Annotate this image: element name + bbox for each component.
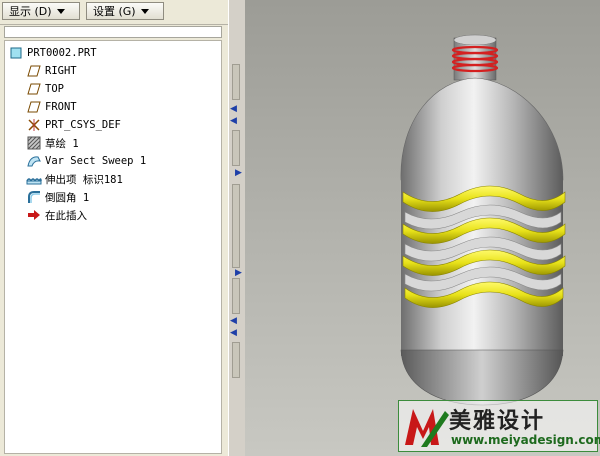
tree-item-label: RIGHT — [45, 65, 77, 77]
splitter-grip-bottom[interactable] — [232, 278, 240, 314]
bottle-base — [400, 349, 564, 406]
tree-item-label: 草绘 1 — [45, 137, 79, 150]
panel-splitter[interactable]: ◀ ◀ ▶ ▶ ◀ ◀ — [228, 0, 246, 456]
settings-menu-button[interactable]: 设置 (G) — [86, 2, 164, 20]
tree-item-label: PRT_CSYS_DEF — [45, 119, 121, 131]
sketch-icon — [26, 136, 42, 150]
watermark-url: www.meiyadesign.com — [451, 433, 600, 447]
settings-menu-label: 设置 (G) — [93, 5, 136, 18]
tree-toolbar: 显示 (D) 设置 (G) — [0, 0, 228, 25]
insert-here-icon — [26, 208, 42, 222]
tree-item-protrusion[interactable]: 伸出项 标识181 — [26, 171, 123, 187]
chevron-down-icon — [56, 8, 65, 14]
display-menu-label: 显示 (D) — [9, 5, 52, 18]
tree-filter-bar[interactable] — [4, 26, 222, 38]
datum-plane-icon — [26, 64, 42, 78]
tree-item-top[interactable]: TOP — [26, 81, 64, 97]
datum-plane-icon — [26, 82, 42, 96]
tree-item-label: PRT0002.PRT — [27, 47, 97, 59]
tree-item-label: 伸出项 标识181 — [45, 173, 123, 186]
tree-item-csys[interactable]: PRT_CSYS_DEF — [26, 117, 121, 133]
splitter-grip-top[interactable] — [232, 64, 240, 100]
collapse-left-icon[interactable]: ◀ — [230, 104, 237, 114]
tree-item-sweep[interactable]: Var Sect Sweep 1 — [26, 153, 146, 169]
part-icon — [8, 46, 24, 60]
splitter-grip-lower[interactable] — [232, 184, 240, 268]
model-tree-panel: 显示 (D) 设置 (G) PRT0002.PRT RIGHT TOP FRON… — [0, 0, 228, 456]
tree-item-label: TOP — [45, 83, 64, 95]
watermark-brand: 美雅设计 — [449, 409, 546, 434]
tree-item-round[interactable]: 倒圆角 1 — [26, 189, 89, 205]
model-viewport[interactable] — [245, 0, 600, 456]
splitter-grip-middle[interactable] — [232, 130, 240, 166]
datum-plane-icon — [26, 100, 42, 114]
tree-item-label: FRONT — [45, 101, 77, 113]
collapse-left-icon[interactable]: ◀ — [230, 328, 237, 338]
collapse-left-icon[interactable]: ◀ — [230, 316, 237, 326]
tree-item-insert-here[interactable]: 在此插入 — [26, 207, 87, 223]
bottle-model — [400, 34, 566, 406]
tree-item-sketch[interactable]: 草绘 1 — [26, 135, 79, 151]
tree-item-label: Var Sect Sweep 1 — [45, 155, 147, 167]
chevron-down-icon — [140, 8, 149, 14]
expand-right-icon[interactable]: ▶ — [235, 268, 242, 278]
watermark-logo: 美雅设计 www.meiyadesign.com — [398, 400, 600, 452]
tree-item-right[interactable]: RIGHT — [26, 63, 77, 79]
bottle-shoulder — [400, 77, 564, 181]
tree-item-label: 在此插入 — [45, 209, 87, 222]
round-icon — [26, 190, 42, 204]
protrusion-icon — [26, 172, 42, 186]
splitter-grip-end[interactable] — [232, 342, 240, 378]
tree-item-part[interactable]: PRT0002.PRT — [8, 45, 97, 61]
bottle-neck-top — [453, 34, 497, 46]
expand-right-icon[interactable]: ▶ — [235, 168, 242, 178]
display-menu-button[interactable]: 显示 (D) — [2, 2, 80, 20]
sweep-icon — [26, 154, 42, 168]
tree-item-front[interactable]: FRONT — [26, 99, 77, 115]
collapse-left-icon[interactable]: ◀ — [230, 116, 237, 126]
tree-item-label: 倒圆角 1 — [45, 191, 90, 204]
coordinate-system-icon — [26, 118, 42, 132]
model-tree: PRT0002.PRT RIGHT TOP FRONT PRT_CSYS_DEF — [4, 40, 222, 454]
